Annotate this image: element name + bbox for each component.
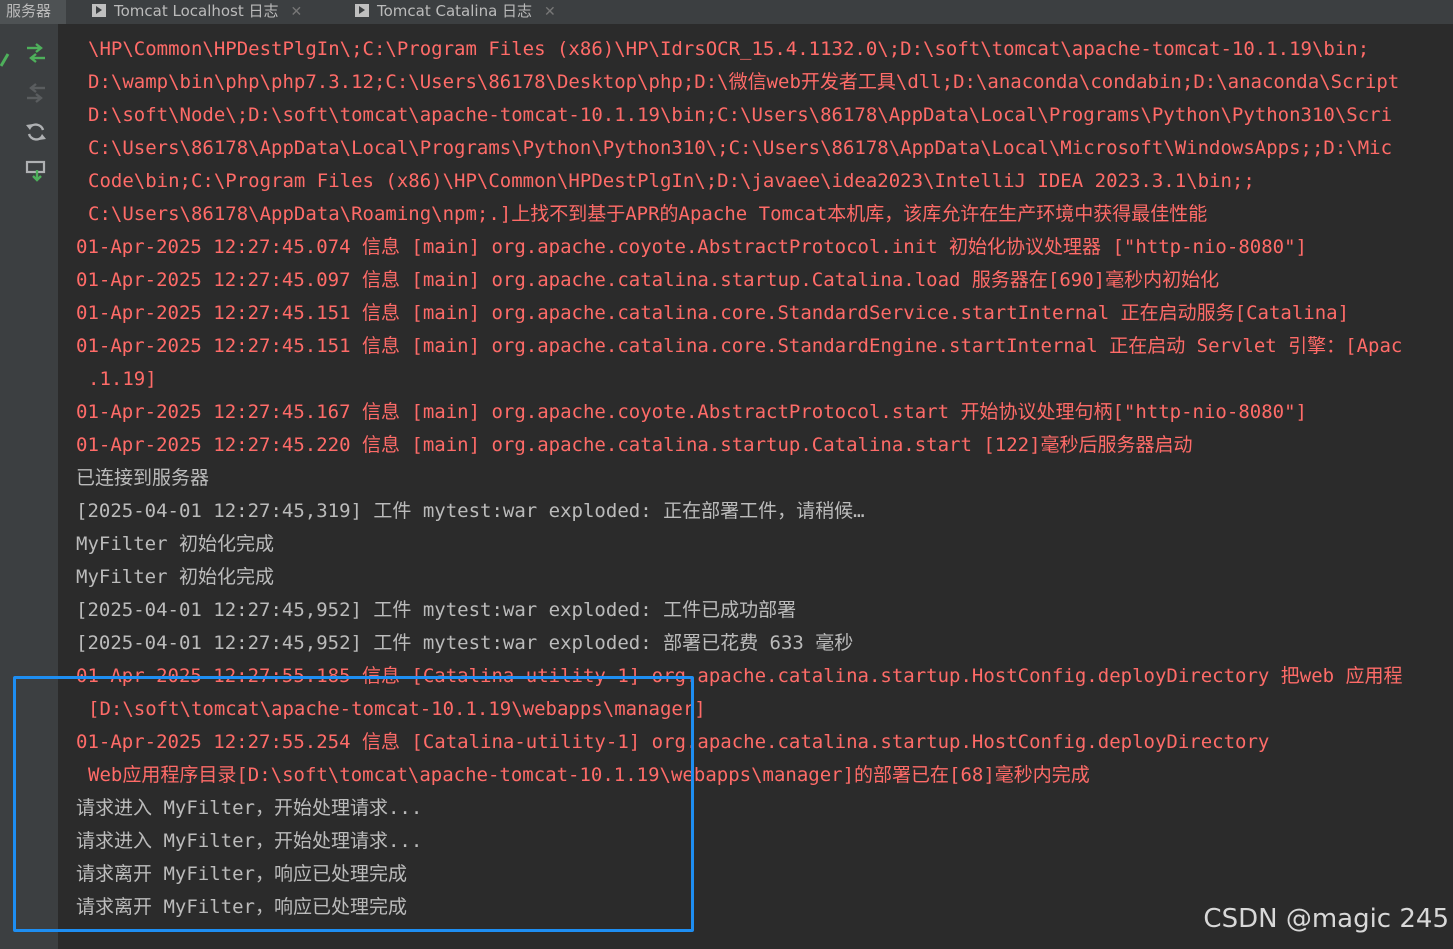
tab-label: Tomcat Catalina 日志 (377, 2, 533, 20)
console-log-icon (355, 4, 369, 17)
log-line: 01-Apr-2025 12:27:45.151 信息 [main] org.a… (76, 302, 1350, 324)
tab-tomcat-catalina-log[interactable]: Tomcat Catalina 日志 ✕ (355, 0, 556, 24)
log-line: [D:\soft\tomcat\apache-tomcat-10.1.19\we… (88, 698, 706, 720)
log-line: [2025-04-01 12:27:45,319] 工件 mytest:war … (76, 500, 865, 522)
status-indicator-icon (0, 53, 10, 67)
log-line: MyFilter 初始化完成 (76, 533, 274, 555)
log-line: C:\Users\86178\AppData\Local\Programs\Py… (88, 137, 1393, 159)
tool-window-tabbar: 服务器 Tomcat Localhost 日志 ✕ Tomcat Catalina… (0, 0, 1453, 24)
log-line: [2025-04-01 12:27:45,952] 工件 mytest:war … (76, 632, 854, 654)
log-line: 01-Apr-2025 12:27:45.097 信息 [main] org.a… (76, 269, 1220, 291)
watermark: CSDN @magic 245 (1203, 904, 1449, 934)
log-line: .1.19] (88, 368, 157, 390)
server-toolbar (0, 24, 58, 949)
log-line: D:\wamp\bin\php\php7.3.12;C:\Users\86178… (88, 71, 1400, 93)
log-line: D:\soft\Node\;D:\soft\tomcat\apache-tomc… (88, 104, 1393, 126)
undeploy-icon[interactable] (24, 81, 48, 105)
tab-label: Tomcat Localhost 日志 (114, 2, 279, 20)
log-line: 01-Apr-2025 12:27:45.074 信息 [main] org.a… (76, 236, 1307, 258)
log-line: MyFilter 初始化完成 (76, 566, 274, 588)
log-line: 请求进入 MyFilter，开始处理请求... (76, 830, 423, 852)
log-line: 01-Apr-2025 12:27:45.220 信息 [main] org.a… (76, 434, 1193, 456)
tab-servers-label: 服务器 (6, 2, 52, 20)
console-log-icon (92, 4, 106, 17)
refresh-icon[interactable] (24, 120, 48, 144)
log-line: [2025-04-01 12:27:45,952] 工件 mytest:war … (76, 599, 797, 621)
log-line: 01-Apr-2025 12:27:55.185 信息 [Catalina-ut… (76, 665, 1403, 687)
log-line: 请求进入 MyFilter，开始处理请求... (76, 797, 423, 819)
log-line: Web应用程序目录[D:\soft\tomcat\apache-tomcat-1… (88, 764, 1090, 786)
log-line: 已连接到服务器 (76, 467, 210, 489)
deploy-icon[interactable] (24, 41, 48, 65)
log-line: C:\Users\86178\AppData\Roaming\npm;.]上找不… (88, 203, 1208, 225)
log-line: 请求离开 MyFilter，响应已处理完成 (76, 863, 407, 885)
log-line: 01-Apr-2025 12:27:45.151 信息 [main] org.a… (76, 335, 1403, 357)
tab-tomcat-localhost-log[interactable]: Tomcat Localhost 日志 ✕ (92, 0, 302, 24)
console-output[interactable]: \HP\Common\HPDestPlgIn\;C:\Program Files… (58, 24, 1453, 949)
log-line: 01-Apr-2025 12:27:55.254 信息 [Catalina-ut… (76, 731, 1270, 753)
log-line: 请求离开 MyFilter，响应已处理完成 (76, 896, 407, 918)
export-icon[interactable] (24, 159, 48, 183)
close-icon[interactable]: ✕ (544, 4, 556, 20)
log-line: 01-Apr-2025 12:27:45.167 信息 [main] org.a… (76, 401, 1307, 423)
close-icon[interactable]: ✕ (291, 4, 303, 20)
tab-servers[interactable]: 服务器 (0, 0, 66, 24)
log-line: \HP\Common\HPDestPlgIn\;C:\Program Files… (88, 38, 1370, 60)
log-line: Code\bin;C:\Program Files (x86)\HP\Commo… (88, 170, 1255, 192)
